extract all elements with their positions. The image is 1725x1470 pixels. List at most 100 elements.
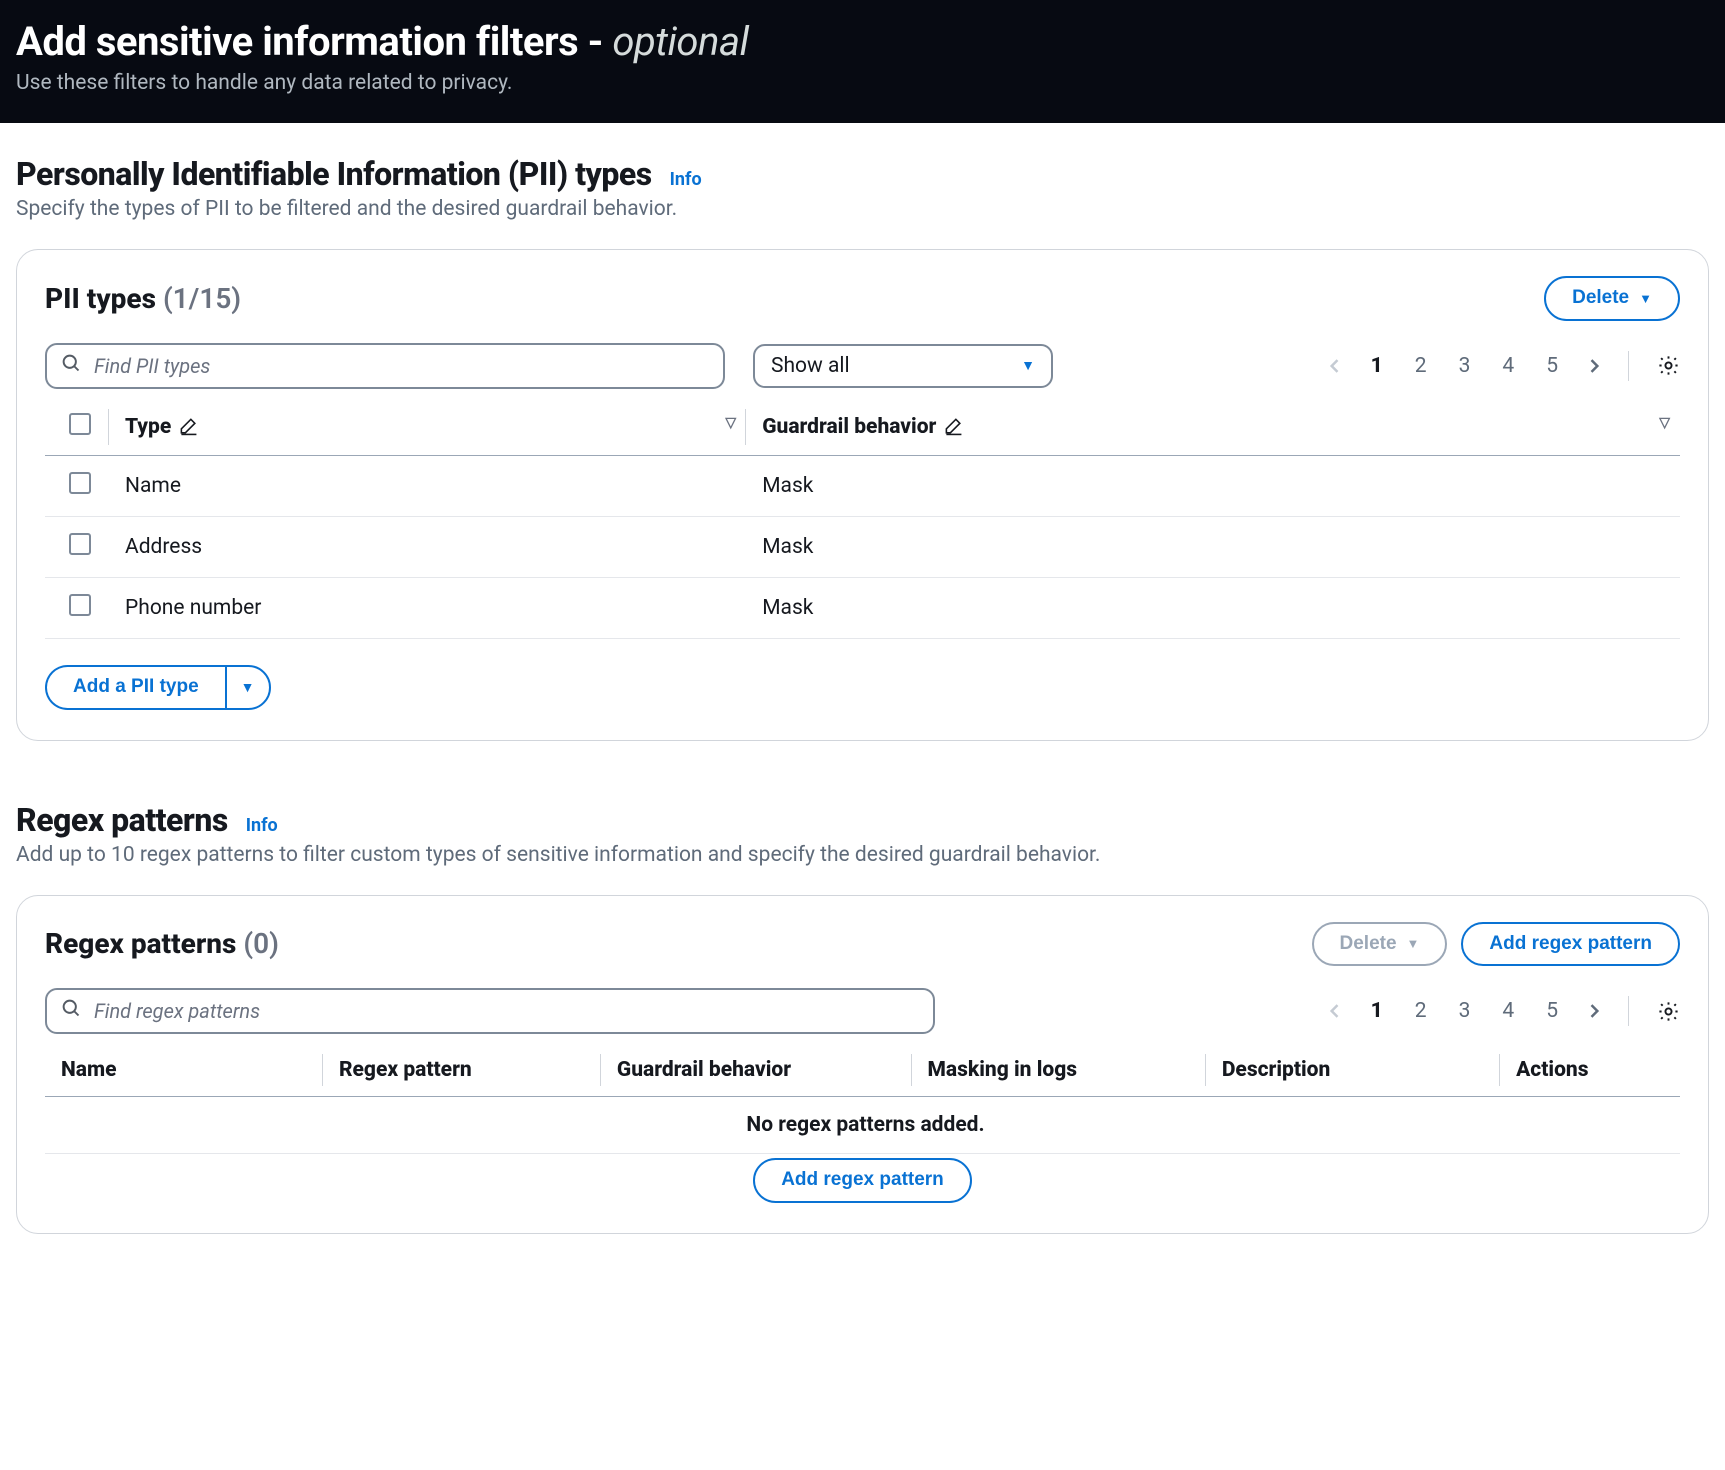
regex-toolbar: Find regex patterns 1 2 3 4 5 xyxy=(45,988,1680,1034)
pager-page[interactable]: 5 xyxy=(1540,997,1564,1025)
regex-info-link[interactable]: Info xyxy=(246,815,278,836)
col-name-header[interactable]: Name xyxy=(45,1044,323,1097)
regex-card-title-text: Regex patterns xyxy=(45,927,236,960)
regex-pager: 1 2 3 4 5 xyxy=(1325,996,1680,1026)
caret-down-icon: ▼ xyxy=(1021,357,1035,374)
col-behavior-label: Guardrail behavior xyxy=(762,415,936,439)
empty-message: No regex patterns added. xyxy=(45,1097,1680,1154)
sort-icon: ▽ xyxy=(725,415,736,431)
regex-empty-add-label: Add regex pattern xyxy=(781,1169,944,1192)
regex-delete-label: Delete xyxy=(1340,933,1397,956)
col-pattern-header[interactable]: Regex pattern xyxy=(323,1044,601,1097)
regex-subheading: Add up to 10 regex patterns to filter cu… xyxy=(16,843,1709,867)
pii-info-link[interactable]: Info xyxy=(670,169,702,190)
pii-heading: Personally Identifiable Information (PII… xyxy=(16,155,652,193)
pager-page[interactable]: 5 xyxy=(1540,352,1564,380)
pager-prev-icon xyxy=(1325,356,1345,376)
col-actions-header[interactable]: Actions xyxy=(1500,1044,1680,1097)
table-row: Phone number Mask xyxy=(45,577,1680,638)
col-name-label: Name xyxy=(61,1058,117,1082)
col-behavior-header[interactable]: Guardrail behavior ▽ xyxy=(746,399,1680,456)
cell-behavior: Mask xyxy=(746,577,1680,638)
regex-add-button[interactable]: Add regex pattern xyxy=(1461,922,1680,967)
regex-search-input[interactable]: Find regex patterns xyxy=(45,988,935,1034)
regex-card-count: (0) xyxy=(243,927,279,960)
col-pattern-label: Regex pattern xyxy=(339,1058,472,1082)
add-pii-split-button: Add a PII type ▼ xyxy=(45,665,271,710)
regex-delete-button: Delete ▼ xyxy=(1312,922,1448,967)
table-row: Address Mask xyxy=(45,516,1680,577)
pii-search-input[interactable]: Find PII types xyxy=(45,343,725,389)
cell-type: Address xyxy=(109,516,746,577)
col-description-header[interactable]: Description xyxy=(1206,1044,1500,1097)
col-masking-label: Masking in logs xyxy=(928,1058,1078,1082)
pii-filter-select[interactable]: Show all ▼ xyxy=(753,344,1053,388)
pii-delete-button[interactable]: Delete ▼ xyxy=(1544,276,1680,321)
pager-prev-icon xyxy=(1325,1001,1345,1021)
search-icon xyxy=(61,998,82,1024)
pager-next-icon[interactable] xyxy=(1584,356,1604,376)
pager-page[interactable]: 4 xyxy=(1496,997,1520,1025)
pii-card-count: (1/15) xyxy=(163,282,241,315)
regex-heading: Regex patterns xyxy=(16,801,228,839)
add-pii-button[interactable]: Add a PII type xyxy=(45,665,225,710)
search-icon xyxy=(61,353,82,379)
pii-table: Type ▽ Guardrail behavior xyxy=(45,399,1680,639)
page-header: Add sensitive information filters - opti… xyxy=(0,0,1725,123)
page-title: Add sensitive information filters - opti… xyxy=(16,18,1709,65)
pii-pager: 1 2 3 4 5 xyxy=(1325,351,1680,381)
col-type-label: Type xyxy=(125,415,171,439)
pii-toolbar: Find PII types Show all ▼ 1 2 3 4 5 xyxy=(45,343,1680,389)
col-behavior-label: Guardrail behavior xyxy=(617,1058,791,1082)
pager-page[interactable]: 4 xyxy=(1496,352,1520,380)
pii-section: Personally Identifiable Information (PII… xyxy=(0,123,1725,741)
cell-behavior: Mask xyxy=(746,516,1680,577)
pager-page[interactable]: 3 xyxy=(1453,997,1477,1025)
settings-gear-icon[interactable] xyxy=(1657,1000,1680,1023)
col-masking-header[interactable]: Masking in logs xyxy=(912,1044,1206,1097)
empty-row: No regex patterns added. xyxy=(45,1097,1680,1154)
pager-next-icon[interactable] xyxy=(1584,1001,1604,1021)
select-all-checkbox[interactable] xyxy=(69,413,91,435)
regex-empty-add-button[interactable]: Add regex pattern xyxy=(753,1158,972,1203)
pager-page[interactable]: 2 xyxy=(1409,352,1433,380)
row-checkbox[interactable] xyxy=(69,533,91,555)
settings-gear-icon[interactable] xyxy=(1657,354,1680,377)
edit-icon xyxy=(944,417,963,436)
pii-delete-label: Delete xyxy=(1572,287,1629,310)
pii-filter-value: Show all xyxy=(771,354,850,378)
pager-page[interactable]: 1 xyxy=(1365,352,1389,380)
regex-table: Name Regex pattern Guardrail behavior Ma… xyxy=(45,1044,1680,1154)
pager-page[interactable]: 1 xyxy=(1365,997,1389,1025)
pii-card-title-text: PII types xyxy=(45,282,156,315)
col-type-header[interactable]: Type ▽ xyxy=(109,399,746,456)
cell-type: Phone number xyxy=(109,577,746,638)
caret-down-icon: ▼ xyxy=(1639,291,1652,307)
sort-icon: ▽ xyxy=(1659,415,1670,431)
pii-search-placeholder: Find PII types xyxy=(94,354,210,378)
col-actions-label: Actions xyxy=(1516,1058,1588,1082)
pii-card-title: PII types (1/15) xyxy=(45,282,241,315)
row-checkbox[interactable] xyxy=(69,472,91,494)
caret-down-icon: ▼ xyxy=(241,679,255,695)
page-title-optional: optional xyxy=(612,18,748,65)
caret-down-icon: ▼ xyxy=(1407,936,1420,952)
pii-subheading: Specify the types of PII to be filtered … xyxy=(16,197,1709,221)
table-row: Name Mask xyxy=(45,455,1680,516)
row-checkbox[interactable] xyxy=(69,594,91,616)
edit-icon xyxy=(179,417,198,436)
pager-page[interactable]: 2 xyxy=(1409,997,1433,1025)
regex-add-label: Add regex pattern xyxy=(1489,933,1652,956)
pager-page[interactable]: 3 xyxy=(1453,352,1477,380)
regex-card: Regex patterns (0) Delete ▼ Add regex pa… xyxy=(16,895,1709,1235)
pii-card: PII types (1/15) Delete ▼ Find PII types… xyxy=(16,249,1709,741)
add-pii-label: Add a PII type xyxy=(73,676,199,699)
page-title-main: Add sensitive information filters - xyxy=(16,18,603,65)
regex-section: Regex patterns Info Add up to 10 regex p… xyxy=(0,741,1725,1275)
col-behavior-header[interactable]: Guardrail behavior xyxy=(601,1044,912,1097)
cell-type: Name xyxy=(109,455,746,516)
divider xyxy=(1628,996,1629,1026)
regex-search-placeholder: Find regex patterns xyxy=(94,999,260,1023)
page-subtitle: Use these filters to handle any data rel… xyxy=(16,71,1709,95)
add-pii-dropdown[interactable]: ▼ xyxy=(225,665,271,710)
